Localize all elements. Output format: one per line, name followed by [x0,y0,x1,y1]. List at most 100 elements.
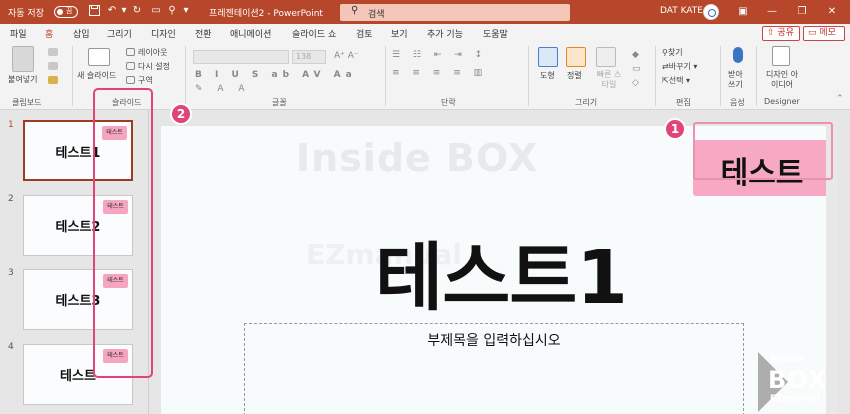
tab-design[interactable]: 디자인 [151,27,176,40]
redo-icon[interactable]: ↻ [131,5,143,17]
new-slide-label[interactable]: 새 슬라이드 [77,70,116,81]
document-title: 프레젠테이션2 - PowerPoint [209,9,323,19]
tab-slideshow[interactable]: 슬라이드 쇼 [292,27,336,40]
undo-dropdown-icon[interactable]: ▾ [118,5,130,17]
clipboard-group-label: 클립보드 [12,98,42,107]
section-label[interactable]: 구역 [138,75,153,86]
ribbon-display-icon[interactable]: ▣ [733,3,753,21]
paste-icon[interactable] [12,46,34,72]
undo-icon[interactable]: ↶ [106,5,118,17]
collapse-ribbon-icon[interactable]: ⌃ [836,94,844,104]
layout-label[interactable]: 레이아웃 [138,47,167,58]
restore-icon[interactable]: ❐ [792,3,812,21]
slide-title[interactable]: 테스트1 [261,218,741,325]
replace-button[interactable]: ⇄바꾸기 ▾ [662,61,697,72]
slide-number: 4 [8,342,14,352]
copy-icon[interactable] [48,62,58,70]
search-box[interactable]: ⚲ 검색 [340,4,570,21]
annotation-callout-1: 1 [664,118,686,140]
font-name-dropdown[interactable] [193,50,289,64]
cut-icon[interactable] [48,48,58,56]
reset-icon[interactable] [126,62,135,70]
close-icon[interactable]: ✕ [822,3,842,21]
font-size-value: 138 [296,52,312,61]
replace-icon: ⇄ [662,62,669,71]
touch-mode-icon[interactable]: ⚲ [166,5,178,17]
subtitle-placeholder[interactable]: 부제목을 입력하십시오 [244,323,744,414]
microphone-icon[interactable] [733,47,743,63]
slide-number: 1 [8,120,14,130]
group-separator [72,46,73,106]
tab-help[interactable]: 도움말 [483,27,508,40]
tab-view[interactable]: 보기 [391,27,408,40]
tab-insert[interactable]: 삽입 [73,27,90,40]
share-icon: ⇧ [767,28,775,38]
slide-number: 2 [8,194,14,204]
font-grow-icon[interactable]: A⁺ A⁻ [334,51,359,61]
layout-icon[interactable] [126,48,135,56]
font-size-dropdown[interactable]: 138 [292,50,326,64]
customize-toolbar-icon[interactable]: ▾ [180,5,192,17]
arrange-label[interactable]: 정렬 [567,70,582,81]
shapes-icon[interactable] [538,47,558,67]
share-label: 공유 [777,28,794,38]
font-group-label: 글꼴 [272,98,287,107]
group-separator [655,46,656,106]
insidebox-logo: Inside BOX EZmanual [758,352,846,412]
designer-label[interactable]: 디자인 아이디어 [764,70,800,90]
comment-icon: ▭ [808,28,817,38]
comments-button[interactable]: ▭ 메모 [803,26,845,41]
voice-group-label: 음성 [730,98,745,107]
reset-label[interactable]: 다시 설정 [138,61,170,72]
tab-home[interactable]: 홈 [42,27,56,44]
tab-animations[interactable]: 애니메이션 [230,27,271,40]
shape-format-buttons[interactable]: ◆ ▭ ◇ [632,48,641,90]
tab-file[interactable]: 파일 [10,27,27,40]
tab-review[interactable]: 검토 [356,27,373,40]
search-placeholder: 검색 [368,10,385,20]
group-separator [185,46,186,106]
save-icon[interactable] [88,5,100,17]
arrange-icon[interactable] [566,47,586,67]
annotation-badge-box [693,122,833,180]
new-slide-icon[interactable] [88,48,110,66]
tab-transitions[interactable]: 전환 [195,27,212,40]
subtitle-placeholder-text: 부제목을 입력하십시오 [427,333,561,349]
format-painter-icon[interactable] [48,76,58,84]
paragraph-group-label: 단락 [441,98,456,107]
font-color-buttons[interactable]: ✎ A A [195,84,251,94]
tab-draw[interactable]: 그리기 [107,27,132,40]
drawing-group-label: 그리기 [575,98,598,107]
tab-addins[interactable]: 추가 기능 [427,27,463,40]
slide-number: 3 [8,268,14,278]
group-separator [385,46,386,106]
find-button[interactable]: ⚲찾기 [662,47,683,58]
group-separator [528,46,529,106]
shapes-label[interactable]: 도형 [540,70,555,81]
select-label: 선택 [668,76,684,85]
paste-label[interactable]: 붙여넣기 [8,74,37,85]
group-separator [756,46,757,106]
designer-icon[interactable] [772,46,790,66]
share-button[interactable]: ⇧ 공유 [762,26,800,41]
align-buttons[interactable]: ≡ ≡ ≡ ≡ ▥ [392,68,487,78]
logo-line1: Inside [770,354,805,365]
list-buttons[interactable]: ☰ ☷ ⇤ ⇥ ↕ [392,50,487,60]
avatar[interactable] [703,4,719,20]
minimize-icon[interactable]: — [762,3,782,21]
group-separator [720,46,721,106]
quick-styles-label[interactable]: 빠른 스타일 [594,70,624,90]
autosave-toggle[interactable]: 끔 [54,6,78,18]
editing-group-label: 편집 [676,98,691,107]
dictate-label[interactable]: 받아쓰기 [728,70,750,90]
watermark-text: Inside BOX [296,136,539,180]
toggle-knob [57,8,63,15]
font-format-buttons[interactable]: B I U S ab AV Aa [195,70,357,80]
logo-line2: BOX [768,366,828,394]
select-button[interactable]: ⇱선택 ▾ [662,75,690,86]
section-icon[interactable] [126,76,135,84]
find-label: 찾기 [667,48,683,57]
slideshow-icon[interactable]: ▭ [150,5,162,17]
user-name[interactable]: DAT KATE [660,6,703,16]
quick-styles-icon[interactable] [596,47,616,67]
